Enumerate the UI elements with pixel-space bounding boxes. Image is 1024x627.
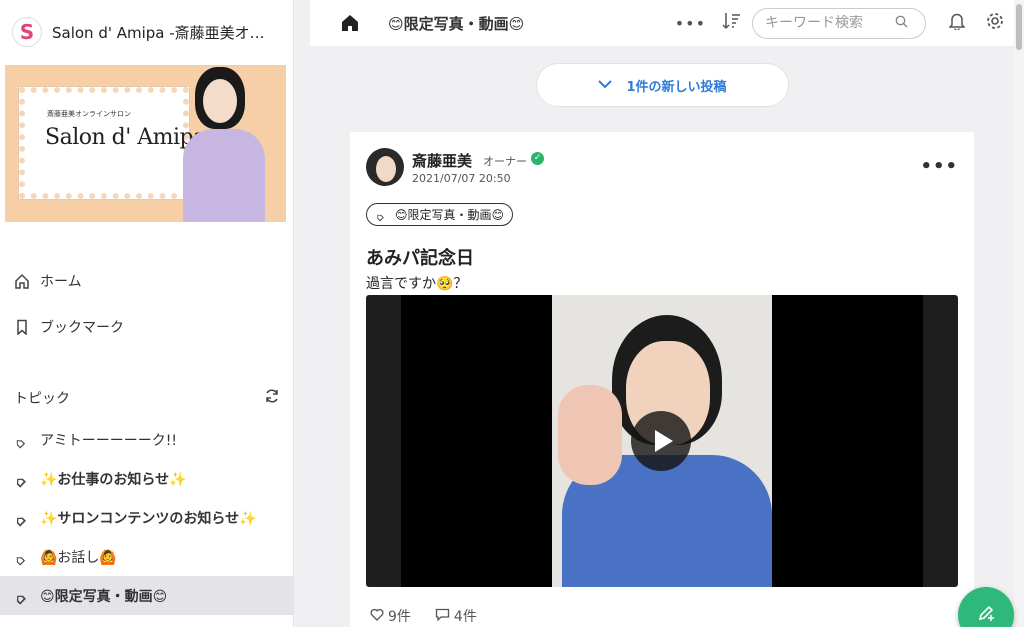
- refresh-icon[interactable]: [264, 388, 280, 408]
- scroll-thumb[interactable]: [1016, 4, 1022, 50]
- topic-label: 🙆お話し🙆: [40, 549, 117, 566]
- post-timestamp: 2021/07/07 20:50: [412, 172, 511, 185]
- comment-icon: [435, 608, 450, 625]
- like-count: 9件: [388, 609, 411, 625]
- more-horizontal-icon[interactable]: •••: [675, 14, 706, 33]
- new-posts-label: 1件の新しい投稿: [626, 79, 727, 95]
- topic-item[interactable]: ⌂ ✨サロンコンテンツのお知らせ✨: [0, 498, 294, 537]
- banner-person-image: [183, 67, 265, 222]
- topic-item-active[interactable]: ⌂ 😊限定写真・動画😊: [0, 576, 294, 615]
- top-bar: 😊限定写真・動画😊 •••: [310, 0, 1014, 46]
- topic-label: 😊限定写真・動画😊: [40, 588, 168, 605]
- post-more-icon[interactable]: •••: [920, 156, 958, 177]
- app-logo-icon[interactable]: S: [12, 17, 42, 47]
- comment-button[interactable]: 4件: [435, 606, 477, 626]
- verified-check-icon: ✓: [531, 152, 544, 165]
- bell-icon[interactable]: [938, 12, 976, 35]
- nav-item-label: ホーム: [40, 274, 82, 290]
- tag-filled-icon: ⌂: [10, 472, 30, 491]
- banner-subtitle: 斎藤亜美オンラインサロン: [47, 110, 131, 118]
- main-nav: ホーム ブックマーク: [0, 258, 294, 350]
- pencil-plus-icon: [976, 603, 996, 627]
- bookmark-icon: [14, 319, 30, 336]
- topic-chip-label: 😊限定写真・動画😊: [395, 208, 505, 222]
- post-author[interactable]: 斎藤亜美: [412, 150, 472, 171]
- home-outline-icon: [14, 273, 30, 289]
- heart-icon: [370, 608, 384, 625]
- author-role: オーナー: [483, 155, 527, 168]
- post-actions: 9件 4件: [370, 606, 501, 626]
- tag-filled-icon: ⌂: [10, 511, 30, 530]
- nav-item-home[interactable]: ホーム: [0, 258, 294, 304]
- comment-count: 4件: [453, 609, 477, 625]
- banner-name: Salon d' Amipa: [45, 125, 206, 150]
- topic-label: アミトーーーーーク!!: [40, 432, 177, 449]
- topic-item[interactable]: ⌂ ✨お仕事のお知らせ✨: [0, 459, 294, 498]
- app-title[interactable]: Salon d' Amipa -斎藤亜美オ…: [52, 22, 287, 43]
- avatar[interactable]: [366, 148, 404, 186]
- topics-heading: トピック: [14, 391, 70, 407]
- scrollbar[interactable]: [1014, 0, 1024, 627]
- post-body: 過言ですか🥺？: [366, 276, 468, 292]
- app-header[interactable]: S Salon d' Amipa -斎藤亜美オ…: [0, 0, 293, 64]
- search-icon[interactable]: [895, 15, 908, 32]
- chevron-down-icon: [598, 77, 613, 93]
- channel-title: 😊限定写真・動画😊: [388, 14, 525, 33]
- topic-label: ✨サロンコンテンツのお知らせ✨: [40, 510, 257, 527]
- post-title: あみパ記念日: [366, 248, 474, 269]
- salon-banner[interactable]: 斎藤亜美オンラインサロン Salon d' Amipa: [5, 65, 286, 222]
- gear-icon[interactable]: [976, 12, 1014, 35]
- topic-item[interactable]: ⌂ 🙆お話し🙆: [0, 537, 294, 576]
- nav-item-bookmark[interactable]: ブックマーク: [0, 304, 294, 350]
- sidebar: S Salon d' Amipa -斎藤亜美オ… 斎藤亜美オンラインサロン Sa…: [0, 0, 294, 627]
- topics-header: トピック: [14, 388, 280, 408]
- video-player[interactable]: [366, 295, 958, 587]
- topic-label: ✨お仕事のお知らせ✨: [40, 471, 187, 488]
- home-icon[interactable]: [330, 0, 370, 46]
- sort-icon[interactable]: [722, 12, 742, 34]
- new-posts-button[interactable]: 1件の新しい投稿: [536, 63, 789, 107]
- topic-item[interactable]: ⌂ アミトーーーーーク!!: [0, 420, 294, 459]
- topbar-actions: •••: [675, 0, 1014, 46]
- post-topic-chip[interactable]: ⌂ 😊限定写真・動画😊: [366, 203, 514, 226]
- topic-list: ⌂ アミトーーーーーク!! ⌂ ✨お仕事のお知らせ✨ ⌂ ✨サロンコンテンツのお…: [0, 420, 294, 615]
- play-icon[interactable]: [631, 411, 691, 471]
- like-button[interactable]: 9件: [370, 606, 411, 626]
- tag-outline-icon: ⌂: [372, 209, 387, 225]
- post-card: 斎藤亜美 オーナー ✓ 2021/07/07 20:50 ••• ⌂ 😊限定写真…: [350, 132, 974, 627]
- tag-outline-icon: ⌂: [10, 550, 29, 569]
- nav-item-label: ブックマーク: [40, 320, 124, 336]
- search-input[interactable]: [765, 15, 895, 31]
- tag-filled-icon: ⌂: [10, 589, 30, 608]
- search-box[interactable]: [752, 7, 926, 39]
- tag-outline-icon: ⌂: [10, 433, 29, 452]
